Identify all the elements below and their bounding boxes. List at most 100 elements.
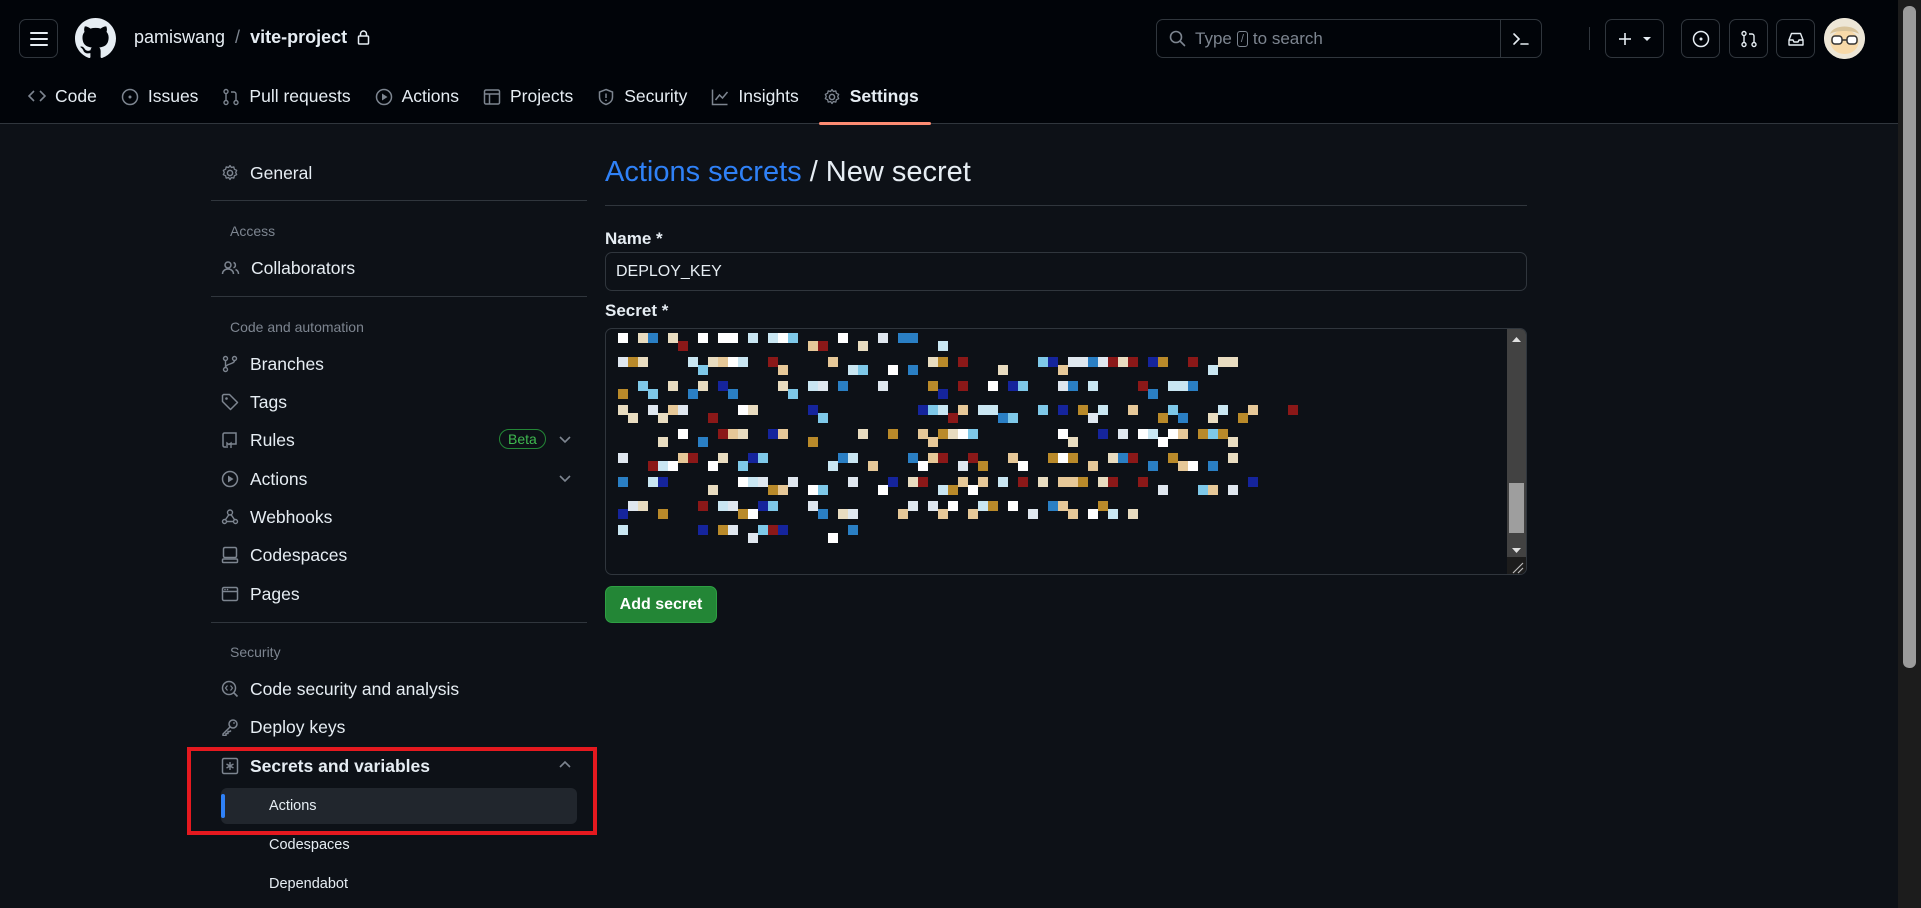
redaction-pixel: [1098, 501, 1108, 511]
tab-code[interactable]: Code: [24, 84, 109, 124]
redaction-pixel: [668, 381, 678, 391]
redaction-pixel: [768, 333, 778, 343]
redaction-pixel: [1228, 485, 1238, 495]
security-heading: Security: [230, 644, 281, 660]
create-new-button[interactable]: [1605, 19, 1664, 58]
tab-insights[interactable]: Insights: [707, 84, 810, 124]
redaction-pixel: [1018, 381, 1028, 391]
search-input[interactable]: Type / to search: [1156, 19, 1542, 58]
code-icon: [28, 90, 46, 102]
resize-handle-icon[interactable]: [1507, 557, 1526, 574]
textarea-scroll-thumb[interactable]: [1509, 483, 1524, 533]
sidebar-item-code-security[interactable]: Code security and analysis: [221, 672, 577, 706]
redaction-pixel: [998, 365, 1008, 375]
redaction-pixel: [908, 453, 918, 463]
redaction-pixel: [988, 381, 998, 391]
redaction-pixel: [848, 453, 858, 463]
redaction-pixel: [938, 509, 948, 519]
redaction-pixel: [998, 477, 1008, 487]
redaction-pixel: [838, 453, 848, 463]
redaction-pixel: [958, 357, 968, 367]
tab-pull-requests-label: Pull requests: [249, 86, 351, 106]
redaction-pixel: [1068, 509, 1078, 519]
redaction-pixel: [618, 509, 628, 519]
pull-requests-button[interactable]: [1729, 19, 1768, 58]
tab-actions[interactable]: Actions: [371, 84, 471, 124]
redaction-pixel: [618, 525, 628, 535]
name-field[interactable]: DEPLOY_KEY: [605, 252, 1527, 291]
redaction-pixel: [618, 389, 628, 399]
sidebar-item-pages[interactable]: Pages: [221, 577, 577, 611]
inbox-icon: [1787, 32, 1804, 46]
tab-settings[interactable]: Settings: [818, 84, 931, 125]
chevron-down-icon[interactable]: [558, 471, 572, 485]
redaction-pixel: [988, 405, 998, 415]
textarea-scrollbar[interactable]: [1507, 329, 1526, 559]
redaction-pixel: [738, 461, 748, 471]
avatar-image-icon: [1824, 18, 1865, 59]
redaction-pixel: [688, 389, 698, 399]
owner-link[interactable]: pamiswang: [134, 27, 225, 48]
redaction-pixel: [968, 429, 978, 439]
avatar[interactable]: [1824, 18, 1865, 59]
redaction-pixel: [668, 405, 678, 415]
inbox-button[interactable]: [1776, 19, 1815, 58]
redaction-pixel: [858, 429, 868, 439]
sidebar-subitem-label: Dependabot: [269, 876, 349, 892]
chevron-down-icon[interactable]: [558, 432, 572, 446]
sidebar-item-label: Collaborators: [251, 257, 356, 278]
redaction-pixel: [848, 477, 858, 487]
tab-pull-requests[interactable]: Pull requests: [218, 84, 362, 124]
redaction-pixel: [1068, 453, 1078, 463]
redaction-pixel: [1138, 477, 1148, 487]
add-secret-button[interactable]: Add secret: [605, 586, 717, 623]
redaction-pixel: [748, 405, 758, 415]
sidebar-item-webhooks[interactable]: Webhooks: [221, 500, 577, 534]
search-icon: [1169, 30, 1186, 47]
sidebar-item-codespaces[interactable]: Codespaces: [221, 538, 577, 572]
scroll-up-icon[interactable]: [1507, 331, 1526, 347]
redaction-pixel: [1188, 357, 1198, 367]
secret-textarea[interactable]: [605, 328, 1527, 575]
redaction-pixel: [828, 533, 838, 543]
tab-issues[interactable]: Issues: [117, 84, 211, 124]
redaction-pixel: [1058, 381, 1068, 391]
redaction-pixel: [1048, 357, 1058, 367]
sidebar-item-rules[interactable]: Rules Beta: [221, 423, 577, 457]
redaction-pixel: [718, 333, 728, 343]
redaction-pixel: [718, 429, 728, 439]
sidebar-item-label: General: [250, 162, 313, 183]
tab-projects[interactable]: Projects: [479, 84, 585, 124]
redaction-pixel: [618, 357, 628, 367]
redaction-pixel: [728, 357, 738, 367]
sidebar-item-tags[interactable]: Tags: [221, 385, 577, 419]
page-title: Actions secrets / New secret: [605, 156, 971, 189]
sidebar-item-branches[interactable]: Branches: [221, 347, 577, 381]
issues-button[interactable]: [1681, 19, 1720, 58]
redaction-pixel: [968, 453, 978, 463]
sidebar-item-collaborators[interactable]: Collaborators: [221, 251, 577, 285]
redaction-pixel: [1218, 429, 1228, 439]
sidebar-item-general[interactable]: General: [221, 156, 577, 190]
page-scrollbar[interactable]: [1898, 0, 1921, 908]
sidebar-subitem-dependabot[interactable]: Dependabot: [221, 866, 577, 902]
sidebar-item-deploy-keys[interactable]: Deploy keys: [221, 710, 577, 744]
redaction-pixel: [768, 501, 778, 511]
redaction-pixel: [768, 357, 778, 367]
repo-link[interactable]: vite-project: [250, 27, 347, 48]
github-logo-icon[interactable]: [75, 18, 116, 59]
tab-security[interactable]: Security: [593, 84, 699, 124]
redaction-pixel: [748, 533, 758, 543]
page-scroll-thumb[interactable]: [1903, 6, 1916, 668]
command-palette-button[interactable]: [1500, 20, 1541, 57]
redaction-pixel: [1148, 389, 1158, 399]
redaction-pixel: [718, 357, 728, 367]
actions-secrets-link[interactable]: Actions secrets: [605, 156, 802, 188]
browser-icon: [221, 586, 239, 602]
menu-button[interactable]: [19, 19, 58, 58]
redaction-pixel: [848, 509, 858, 519]
key-icon: [222, 719, 238, 736]
redaction-pixel: [1238, 413, 1248, 423]
sidebar-item-actions[interactable]: Actions: [221, 462, 577, 496]
redaction-pixel: [978, 477, 988, 487]
